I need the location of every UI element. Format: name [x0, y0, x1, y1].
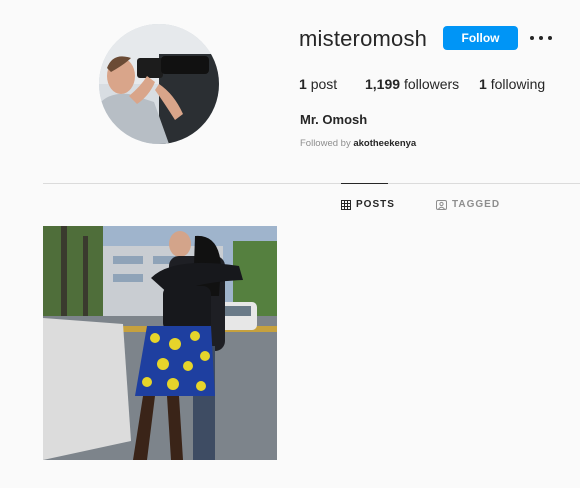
- grid-icon: [341, 199, 351, 210]
- following-stat[interactable]: 1 following: [479, 76, 545, 92]
- followers-count: 1,199: [365, 76, 401, 92]
- post-photo: [43, 226, 277, 460]
- followed-by-user-link[interactable]: akotheekenya: [353, 138, 416, 149]
- avatar-photo: [99, 24, 219, 144]
- followed-by-prefix: Followed by: [300, 138, 351, 149]
- profile-avatar[interactable]: [99, 24, 219, 144]
- dot: [530, 36, 534, 40]
- following-label: following: [490, 76, 546, 92]
- follow-button[interactable]: Follow: [443, 26, 518, 50]
- tab-tagged-label: TAGGED: [452, 199, 501, 210]
- profile-full-name: Mr. Omosh: [300, 112, 368, 127]
- posts-stat: 1 post: [299, 76, 365, 92]
- posts-count: 1: [299, 76, 307, 92]
- tab-tagged[interactable]: TAGGED: [436, 199, 500, 210]
- tab-posts[interactable]: POSTS: [341, 199, 395, 210]
- posts-label: post: [310, 76, 338, 92]
- following-count: 1: [479, 76, 487, 92]
- tagged-icon: [436, 199, 447, 210]
- active-tab-indicator: [341, 183, 388, 184]
- post-thumbnail[interactable]: [43, 226, 277, 460]
- followers-label: followers: [403, 76, 460, 92]
- dot: [539, 36, 543, 40]
- profile-stats: 1 post 1,199 followers 1 following: [299, 76, 545, 92]
- more-options-icon[interactable]: [530, 30, 552, 46]
- followers-stat[interactable]: 1,199 followers: [365, 76, 479, 92]
- followed-by-text: Followed by akotheekenya: [300, 138, 416, 149]
- dot: [548, 36, 552, 40]
- profile-username: misteromosh: [299, 26, 428, 51]
- tab-posts-label: POSTS: [356, 199, 395, 210]
- tabs-divider: [43, 183, 580, 184]
